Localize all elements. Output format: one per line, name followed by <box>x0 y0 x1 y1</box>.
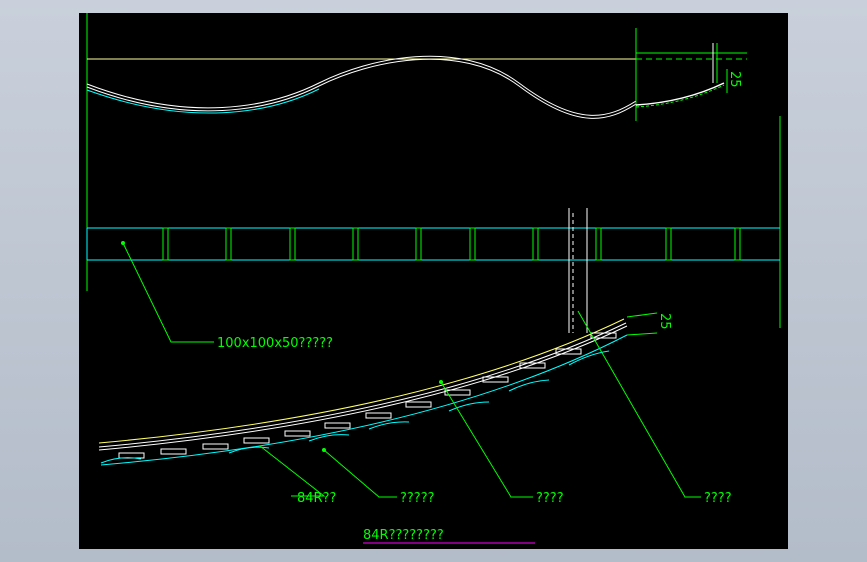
pocket <box>448 401 490 412</box>
curve-top-white-2 <box>98 325 628 451</box>
curve-top-yellow <box>98 318 625 444</box>
leader-c3 <box>440 381 533 498</box>
strip-block <box>734 227 741 261</box>
leader-lines <box>121 241 701 498</box>
leader-c4 <box>577 310 701 498</box>
callout-c3-label: ???? <box>536 491 564 506</box>
slot <box>243 437 270 444</box>
callout-r84-label: 84R?? <box>297 491 336 506</box>
leader-dot <box>121 241 125 245</box>
strip-block <box>469 227 476 261</box>
leader-r84 <box>259 445 326 497</box>
slot <box>118 452 145 459</box>
dimension-top-label: 25 <box>727 71 742 88</box>
pocket <box>368 421 410 430</box>
slot <box>365 412 392 419</box>
dimension-bottom-label: 25 <box>657 313 672 330</box>
detail-curve <box>635 82 725 106</box>
slot <box>405 401 432 408</box>
wave-profile-view: 25 <box>86 28 747 121</box>
strip-block <box>415 227 422 261</box>
wave-curve-outer <box>86 55 637 116</box>
pocket <box>508 379 550 392</box>
strip-plan-view <box>86 208 780 333</box>
strip-block <box>665 227 672 261</box>
strip-block <box>595 227 602 261</box>
slot <box>202 443 229 450</box>
pocket <box>308 434 350 442</box>
strip-block <box>225 227 232 261</box>
wave-curve-inner <box>86 58 637 119</box>
curve-bottom-cyan <box>100 334 628 466</box>
leader-dot <box>439 380 443 384</box>
drawing-title: 84R???????? <box>363 528 444 543</box>
leader-c2 <box>323 449 397 498</box>
dim-line-bottom-1 <box>626 312 658 318</box>
callout-c2-label: ????? <box>400 491 435 506</box>
leader-dot <box>322 448 326 452</box>
wave-curve-cyan <box>86 88 320 114</box>
cad-drawing-svg: 25 25 100x100x50????? 84R?? ????? ???? ?… <box>86 13 781 544</box>
cad-drawing-canvas[interactable]: 25 25 100x100x50????? 84R?? ????? ???? ?… <box>79 13 788 549</box>
callout-c4-label: ???? <box>704 491 732 506</box>
strip-blocks <box>162 227 741 261</box>
strip-block <box>532 227 539 261</box>
dim-line-bottom-2 <box>626 332 658 336</box>
callout-block-label: 100x100x50????? <box>217 336 333 351</box>
viewport-frame: 25 25 100x100x50????? 84R?? ????? ???? ?… <box>0 0 867 562</box>
strip-block <box>289 227 296 261</box>
slot <box>160 448 187 455</box>
strip-block <box>352 227 359 261</box>
slot <box>284 430 311 437</box>
strip-block <box>162 227 169 261</box>
slot <box>324 422 351 429</box>
curved-section-view: 25 <box>98 312 672 466</box>
